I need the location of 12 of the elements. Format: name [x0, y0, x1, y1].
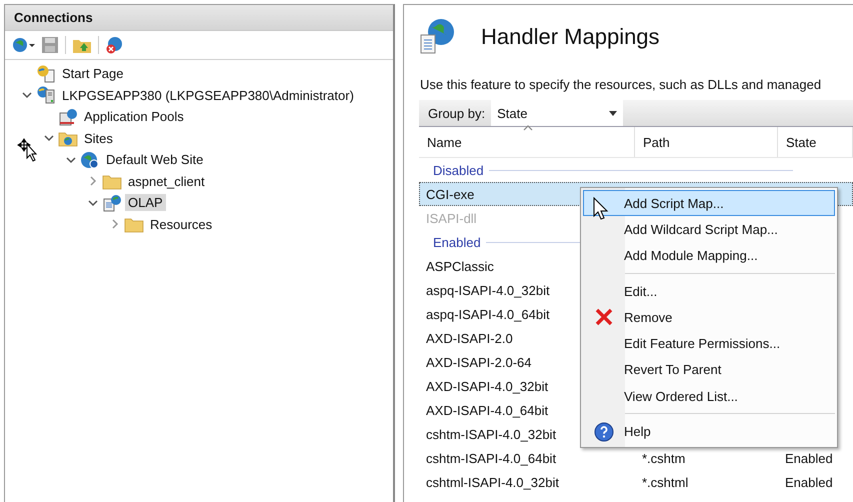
- table-cell-text: *.cshtm: [641, 450, 686, 466]
- table-cell-text: Enabled: [784, 474, 833, 490]
- page-title: Handler Mappings: [481, 24, 660, 50]
- table-cell-text: cshtml-ISAPI-4.0_32bit: [425, 474, 559, 490]
- table-cell-text: Enabled: [784, 450, 833, 466]
- table-cell-text: CGI-exe: [425, 186, 474, 202]
- table-cell-text: AXD-ISAPI-4.0_64bit: [425, 402, 548, 418]
- table-cell-text: *.cshtml: [641, 474, 688, 490]
- table-cell-text: cshtm-ISAPI-4.0_64bit: [425, 450, 556, 466]
- panel-title: Connections: [14, 10, 93, 25]
- description-text: Use this feature to specify the resources, such as DLLs and managed: [420, 77, 822, 92]
- group-by-label: Group by:: [427, 106, 486, 120]
